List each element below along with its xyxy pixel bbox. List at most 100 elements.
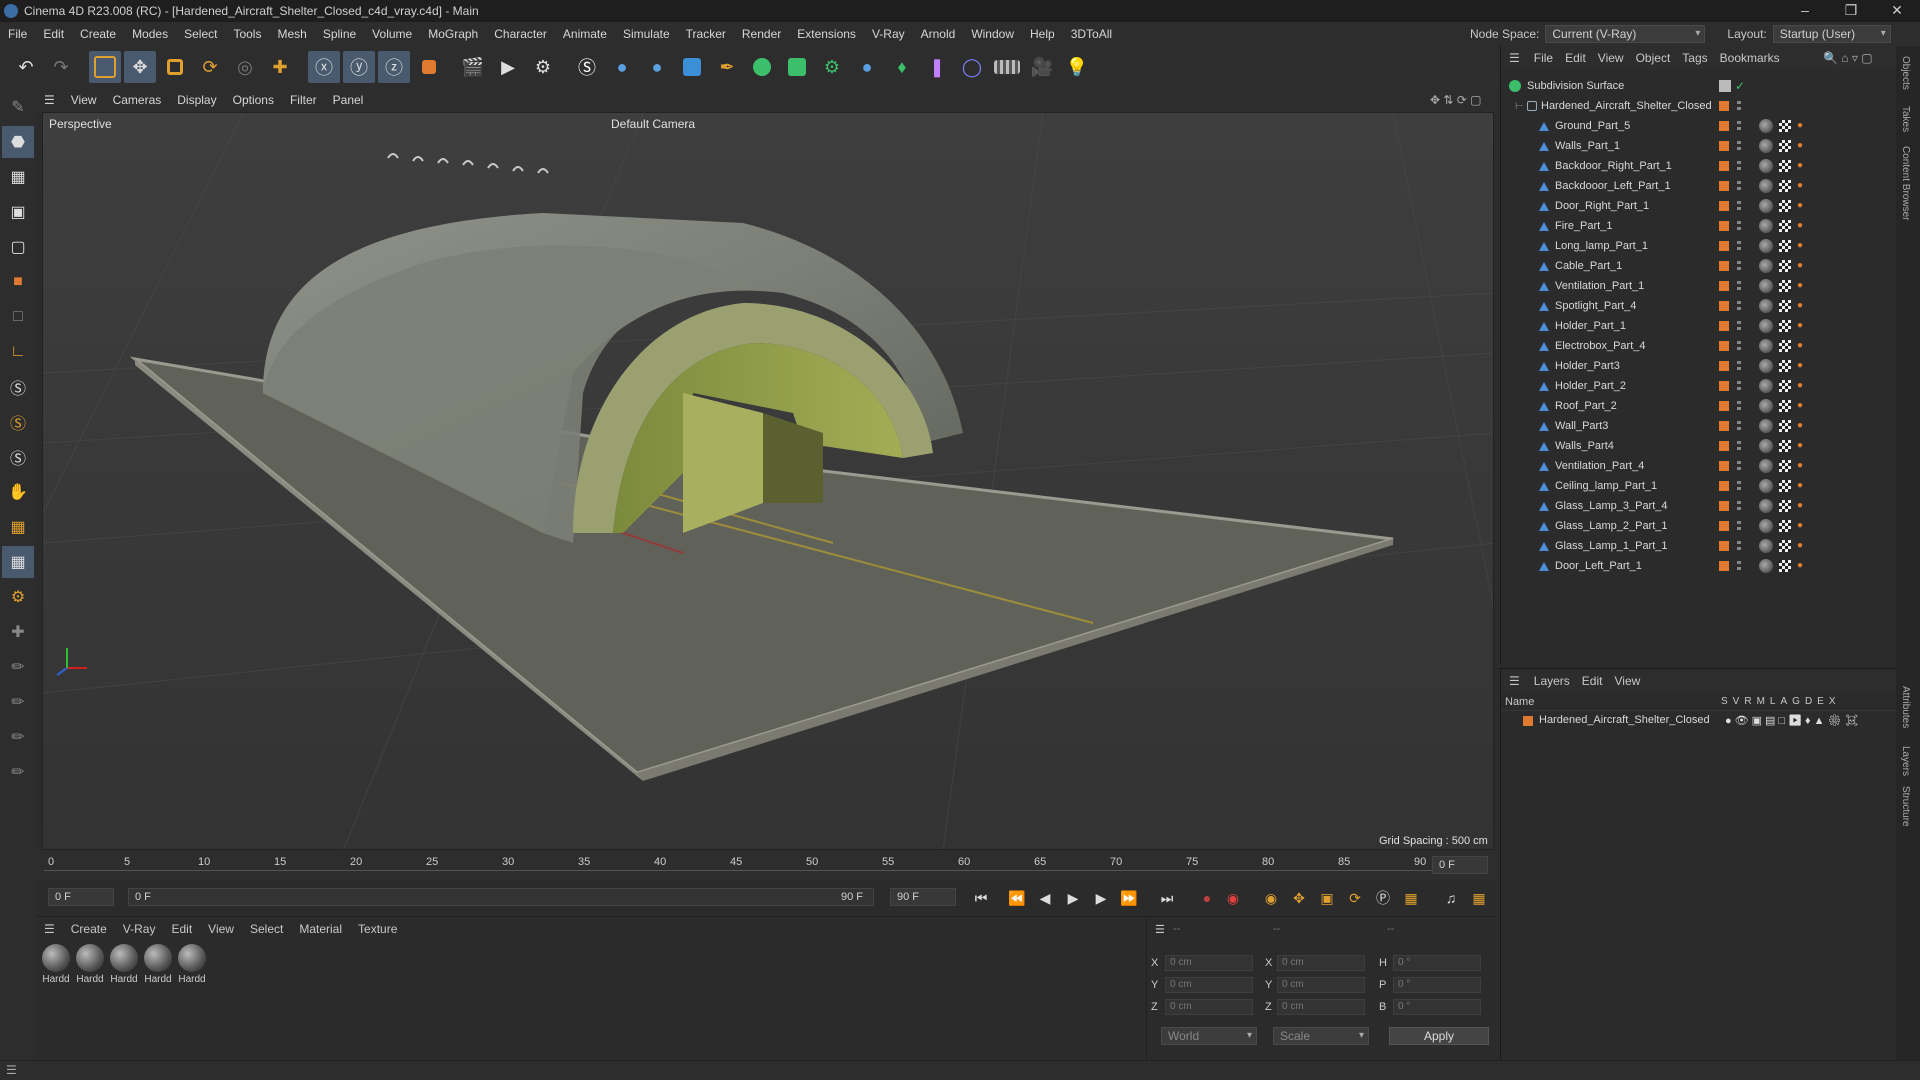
material-menu-view[interactable]: View <box>200 922 242 936</box>
visibility-dots[interactable] <box>1737 341 1741 351</box>
texture-tag-icon[interactable] <box>1779 160 1791 172</box>
vray-tag-icon[interactable]: ● <box>1797 181 1807 191</box>
object-row[interactable]: Electrobox_Part_4 ● <box>1501 336 1897 356</box>
tab-layers[interactable]: Layers <box>1900 746 1911 776</box>
object-row[interactable]: Walls_Part_1 ● <box>1501 136 1897 156</box>
visibility-dots[interactable] <box>1737 421 1741 431</box>
object-row[interactable]: Holder_Part_1 ● <box>1501 316 1897 336</box>
material-tag-icon[interactable] <box>1759 359 1773 373</box>
visibility-dots[interactable] <box>1737 521 1741 531</box>
texture-tag-icon[interactable] <box>1779 140 1791 152</box>
visibility-dots[interactable] <box>1737 361 1741 371</box>
material-tag-icon[interactable] <box>1759 279 1773 293</box>
menu-character[interactable]: Character <box>486 27 555 41</box>
menu-animate[interactable]: Animate <box>555 27 615 41</box>
material-tag-icon[interactable] <box>1759 199 1773 213</box>
python-icon[interactable]: ● <box>606 51 638 83</box>
texture-mode-icon[interactable]: ▦ <box>2 161 34 193</box>
undo-icon[interactable]: ↶ <box>10 51 42 83</box>
play-icon[interactable]: ▶ <box>1062 887 1084 909</box>
object-row[interactable]: Walls_Part4 ● <box>1501 436 1897 456</box>
grid-icon[interactable]: ▦ <box>2 511 34 543</box>
current-frame-field[interactable]: 0 F <box>1432 856 1488 874</box>
object-row[interactable]: Ventilation_Part_4 ● <box>1501 456 1897 476</box>
material-hamburger-icon[interactable]: ☰ <box>36 922 63 936</box>
light-icon[interactable]: 💡 <box>1061 51 1093 83</box>
menu-3dtoall[interactable]: 3DToAll <box>1063 27 1120 41</box>
texture-tag-icon[interactable] <box>1779 280 1791 292</box>
position-z-field[interactable]: 0 cm <box>1165 999 1253 1015</box>
deformer-icon[interactable]: ❚ <box>921 51 953 83</box>
relax-brush-icon[interactable]: ✏ <box>2 756 34 788</box>
viewport-menu-cameras[interactable]: Cameras <box>105 93 170 107</box>
render-region-icon[interactable]: 🎬 <box>457 51 489 83</box>
material-swatch[interactable]: Hardd <box>74 944 106 985</box>
vray-tag-icon[interactable]: ● <box>1797 141 1807 151</box>
viewport-menu-view[interactable]: View <box>63 93 105 107</box>
layout-dropdown[interactable]: Startup (User) <box>1772 25 1891 43</box>
vray-tag-icon[interactable]: ● <box>1797 421 1807 431</box>
floor-icon[interactable] <box>991 51 1023 83</box>
coordinate-mode-dropdown[interactable]: World <box>1161 1027 1257 1045</box>
redo-icon[interactable]: ↷ <box>45 51 77 83</box>
layer-hamburger-icon[interactable]: ☰ <box>1501 674 1528 688</box>
timeline-ruler[interactable]: 0 5 10 15 20 25 30 35 40 45 50 55 60 65 … <box>36 850 1496 880</box>
coord-hamburger-icon[interactable]: ☰ <box>1155 923 1165 936</box>
axis-mode-icon[interactable]: ∟ <box>2 336 34 368</box>
rotate-tool-icon[interactable]: ⟳ <box>194 51 226 83</box>
material-menu-vray[interactable]: V-Ray <box>115 922 164 936</box>
point-mode-icon[interactable]: ▣ <box>2 196 34 228</box>
texture-tag-icon[interactable] <box>1779 360 1791 372</box>
end-frame-field[interactable]: 90 F <box>890 888 956 906</box>
tab-content-browser[interactable]: Content Browser <box>1900 146 1911 220</box>
object-search-icon[interactable]: 🔍 ⌂ ▿ ▢ <box>1823 51 1873 65</box>
menu-mograph[interactable]: MoGraph <box>420 27 486 41</box>
visibility-dots[interactable] <box>1737 161 1741 171</box>
material-tag-icon[interactable] <box>1759 399 1773 413</box>
snap-icon[interactable]: Ⓢ <box>2 371 34 403</box>
material-menu-create[interactable]: Create <box>63 922 115 936</box>
texture-tag-icon[interactable] <box>1779 120 1791 132</box>
record-icon[interactable]: ● <box>1196 887 1218 909</box>
visibility-dots[interactable] <box>1737 281 1741 291</box>
texture-tag-icon[interactable] <box>1779 520 1791 532</box>
workplane-grid-icon[interactable]: ▦ <box>2 546 34 578</box>
object-row[interactable]: Ventilation_Part_1 ● <box>1501 276 1897 296</box>
transform-tool-icon[interactable]: ✚ <box>264 51 296 83</box>
object-hamburger-icon[interactable]: ☰ <box>1501 51 1528 65</box>
viewport-camera-label[interactable]: Default Camera <box>611 117 695 131</box>
object-row[interactable]: Door_Left_Part_1 ● <box>1501 556 1897 576</box>
viewport-menu-options[interactable]: Options <box>225 93 282 107</box>
edge-mode-icon[interactable]: ▢ <box>2 231 34 263</box>
timeline-window-icon[interactable]: ▦ <box>1468 887 1490 909</box>
object-row[interactable]: Spotlight_Part_4 ● <box>1501 296 1897 316</box>
vray-tag-icon[interactable]: ● <box>1797 461 1807 471</box>
vray-tag-icon[interactable]: ● <box>1797 161 1807 171</box>
visibility-dots[interactable] <box>1737 321 1741 331</box>
material-tag-icon[interactable] <box>1759 439 1773 453</box>
visibility-dots[interactable] <box>1737 401 1741 411</box>
recent-tool-icon[interactable]: ◎ <box>229 51 261 83</box>
tab-objects[interactable]: Objects <box>1900 56 1911 90</box>
visibility-dots[interactable] <box>1737 301 1741 311</box>
object-menu-view[interactable]: View <box>1592 51 1630 65</box>
subdivision-icon[interactable] <box>746 51 778 83</box>
rotation-key-icon[interactable]: ⟳ <box>1344 887 1366 909</box>
extrude-icon[interactable] <box>781 51 813 83</box>
material-menu-material[interactable]: Material <box>291 922 350 936</box>
tab-structure[interactable]: Structure <box>1900 786 1911 827</box>
object-row-group[interactable]: ⊢ Hardened_Aircraft_Shelter_Closed <box>1501 96 1897 116</box>
visibility-dots[interactable] <box>1737 241 1741 251</box>
polygon-mode-icon[interactable]: ■ <box>2 266 34 298</box>
menu-file[interactable]: File <box>0 27 35 41</box>
cube-icon[interactable] <box>676 51 708 83</box>
snap-mode-icon[interactable]: Ⓢ <box>2 441 34 473</box>
coordinate-system-icon[interactable] <box>413 51 445 83</box>
material-tag-icon[interactable] <box>1759 419 1773 433</box>
next-frame-icon[interactable]: ▶ <box>1090 887 1112 909</box>
smooth-brush-icon[interactable]: ✏ <box>2 686 34 718</box>
menu-tracker[interactable]: Tracker <box>678 27 734 41</box>
material-tag-icon[interactable] <box>1759 379 1773 393</box>
viewport-menu-panel[interactable]: Panel <box>325 93 372 107</box>
visibility-dots[interactable] <box>1737 221 1741 231</box>
